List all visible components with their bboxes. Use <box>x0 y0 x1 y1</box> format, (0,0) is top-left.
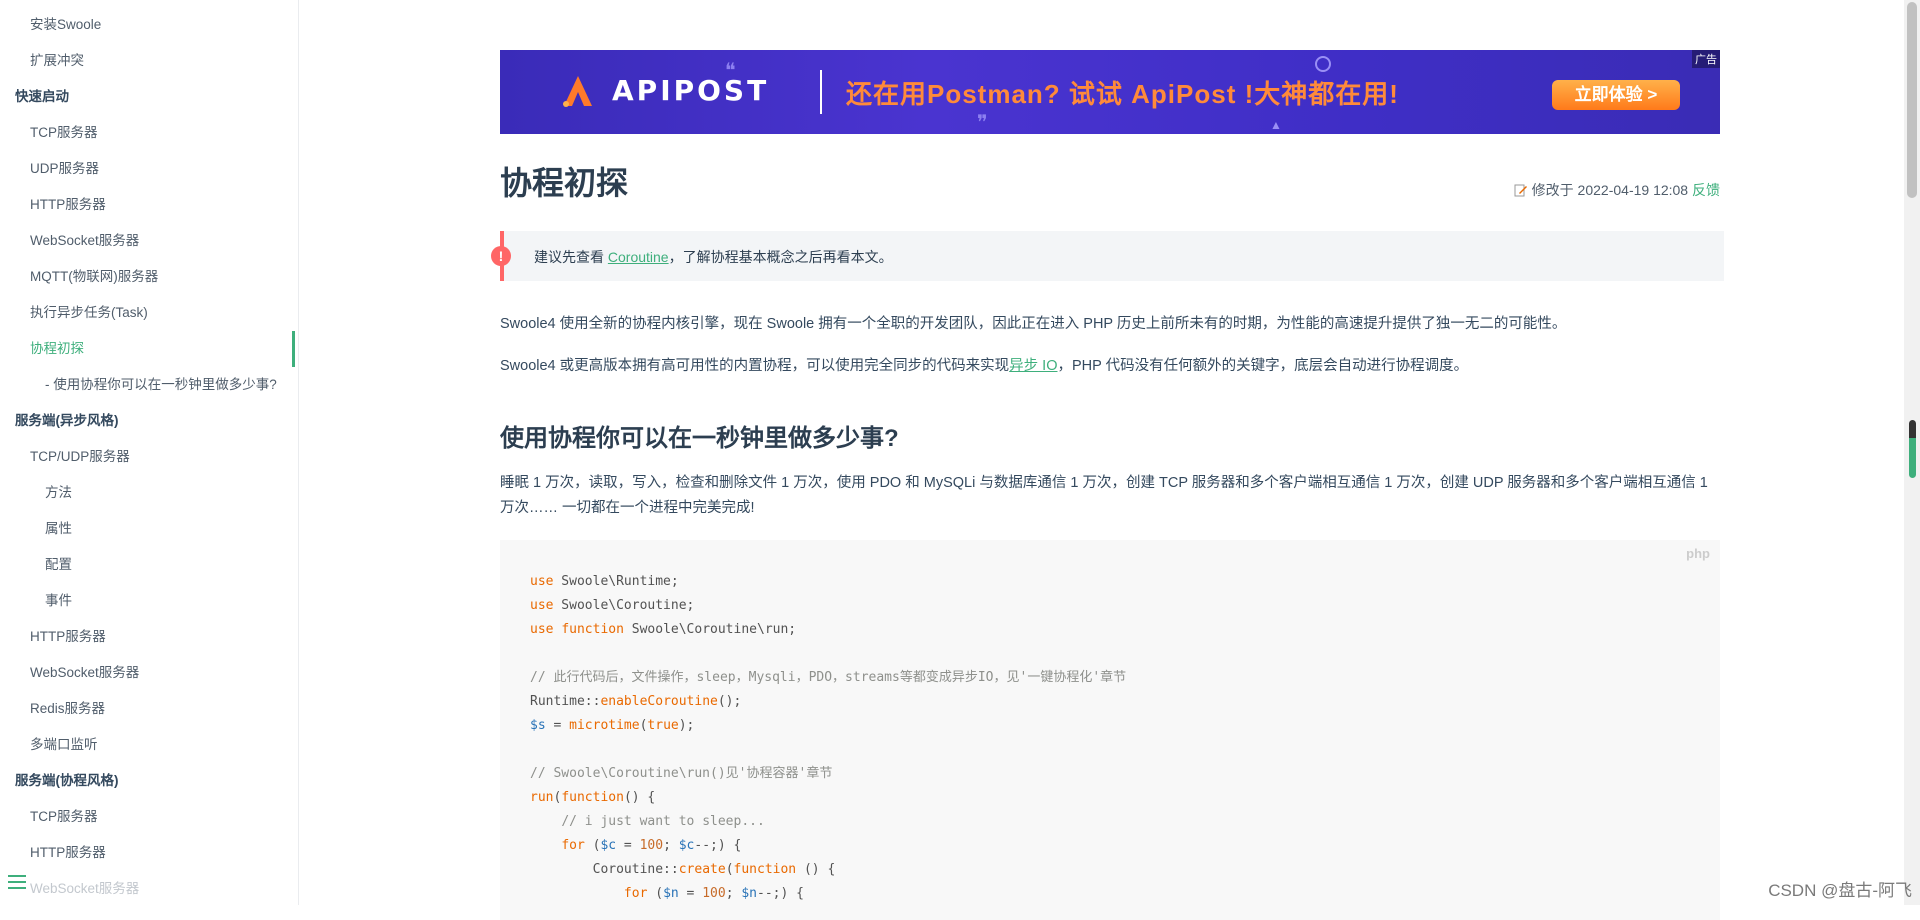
ad-tag: 广告 <box>1692 50 1720 68</box>
quote-decor-icon: ❝ <box>725 60 736 82</box>
hamburger-menu-icon[interactable] <box>8 875 26 891</box>
sidebar-item[interactable]: - 使用协程你可以在一秒钟里做多少事? <box>0 367 298 403</box>
paragraph-async: Swoole4 或更高版本拥有高可用性的内置协程，可以使用完全同步的代码来实现异… <box>500 358 1469 374</box>
quote-decor-icon: ❞ <box>977 112 988 134</box>
sidebar-section-header[interactable]: 快速启动 <box>0 79 298 115</box>
tip-box: ! 建议先查看 Coroutine，了解协程基本概念之后再看本文。 <box>491 231 1724 281</box>
async-io-link[interactable]: 异步 IO <box>1009 358 1057 374</box>
sidebar-item[interactable]: 安装Swoole <box>0 7 298 43</box>
ad-slogan: 还在用Postman? 试试 ApiPost !大神都在用! <box>846 79 1399 109</box>
rocket-logo-icon <box>563 76 592 107</box>
ad-banner[interactable]: APIPOST 还在用Postman? 试试 ApiPost !大神都在用! 立… <box>500 50 1720 134</box>
side-progress-indicator <box>1909 420 1916 478</box>
tip-text: 建议先查看 Coroutine，了解协程基本概念之后再看本文。 <box>534 249 893 265</box>
sidebar-item[interactable]: WebSocket服务器 <box>0 655 298 691</box>
ad-divider <box>820 70 822 114</box>
paragraph-intro: Swoole4 使用全新的协程内核引擎，现在 Swoole 拥有一个全职的开发团… <box>500 316 1567 332</box>
scrollbar-thumb[interactable] <box>1907 2 1917 198</box>
code-content: use Swoole\Runtime; use Swoole\Coroutine… <box>530 574 1127 901</box>
sidebar-item[interactable]: HTTP服务器 <box>0 187 298 223</box>
sidebar-item[interactable]: 配置 <box>0 547 298 583</box>
sidebar-section-header[interactable]: 服务端(异步风格) <box>0 403 298 439</box>
code-block: php use Swoole\Runtime; use Swoole\Corou… <box>500 540 1720 920</box>
sidebar-item[interactable]: 属性 <box>0 511 298 547</box>
ad-logo-text: APIPOST <box>612 74 770 107</box>
sidebar-item[interactable]: HTTP服务器 <box>0 835 298 871</box>
sidebar-item[interactable]: Redis服务器 <box>0 691 298 727</box>
sidebar-nav: 安装Swoole 扩展冲突 快速启动 TCP服务器 UDP服务器 HTTP服务器 WebSo… <box>0 7 298 905</box>
page-title: 协程初探 <box>500 165 629 201</box>
ad-cta-button[interactable]: 立即体验 > <box>1552 80 1680 110</box>
sidebar-item[interactable]: 事件 <box>0 583 298 619</box>
watermark: CSDN @盘古-阿飞 <box>1768 881 1912 900</box>
sidebar-item[interactable]: MQTT(物联网)服务器 <box>0 259 298 295</box>
sidebar-item[interactable]: 方法 <box>0 475 298 511</box>
modified-date: 修改于 2022-04-19 12:08 <box>1531 182 1689 198</box>
sidebar-item[interactable]: WebSocket服务器 <box>0 223 298 259</box>
sidebar-item[interactable]: TCP服务器 <box>0 115 298 151</box>
paragraph-capabilities: 睡眠 1 万次，读取，写入，检查和删除文件 1 万次，使用 PDO 和 MySQ… <box>500 475 1708 516</box>
code-language-label: php <box>1686 546 1710 561</box>
sidebar-item[interactable]: 多端口监听 <box>0 727 298 763</box>
sidebar-section-header[interactable]: 服务端(协程风格) <box>0 763 298 799</box>
sidebar: 安装Swoole 扩展冲突 快速启动 TCP服务器 UDP服务器 HTTP服务器 WebSo… <box>0 0 299 905</box>
section-heading: 使用协程你可以在一秒钟里做多少事? <box>500 425 899 452</box>
coroutine-link[interactable]: Coroutine <box>608 249 669 265</box>
sidebar-item[interactable]: 协程初探 <box>0 331 298 367</box>
warning-icon: ! <box>491 246 511 266</box>
feedback-link[interactable]: 反馈 <box>1692 182 1720 198</box>
sidebar-item[interactable]: 扩展冲突 <box>0 43 298 79</box>
sidebar-item[interactable]: TCP服务器 <box>0 799 298 835</box>
sidebar-item[interactable]: TCP/UDP服务器 <box>0 439 298 475</box>
sidebar-item[interactable]: UDP服务器 <box>0 151 298 187</box>
sidebar-item[interactable]: WebSocket服务器 <box>0 871 298 905</box>
circle-decor-icon <box>1315 56 1331 72</box>
edit-icon <box>1514 184 1527 197</box>
sidebar-item[interactable]: HTTP服务器 <box>0 619 298 655</box>
triangle-decor-icon: ▲ <box>1270 118 1282 132</box>
edit-meta: 修改于 2022-04-19 12:08 反馈 <box>1514 180 1720 200</box>
sidebar-item[interactable]: 执行异步任务(Task) <box>0 295 298 331</box>
